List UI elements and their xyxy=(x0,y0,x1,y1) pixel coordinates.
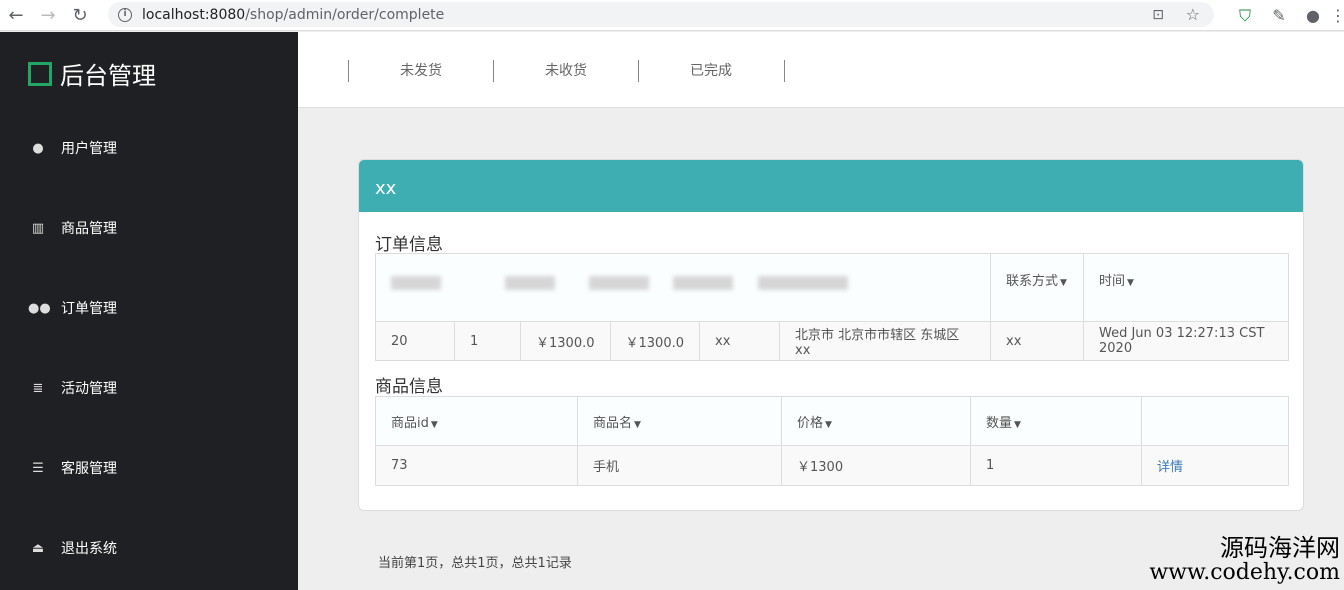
caret-down-icon: ▼ xyxy=(430,419,438,430)
tab-unreceived[interactable]: 未收货 xyxy=(493,60,638,82)
order-detail-panel: xx 订单信息 联系方式 ▼ 时间 ▼ 20 1 ￥1300.0 ￥1300.0 x… xyxy=(358,159,1304,511)
th-contact[interactable]: 联系方式 ▼ xyxy=(990,253,1084,322)
cell: ￥1300 xyxy=(781,445,971,486)
table-row: 20 1 ￥1300.0 ￥1300.0 xx 北京市 北京市市辖区 东城区 x… xyxy=(375,321,1289,361)
reload-icon[interactable]: ↻ xyxy=(64,0,96,31)
user-icon: ● xyxy=(32,140,44,156)
order-section-title: 订单信息 xyxy=(375,235,443,255)
sidebar-item-activities[interactable]: ≣ 活动管理 xyxy=(28,378,117,398)
bar-chart-icon: ▥ xyxy=(31,220,45,236)
cell: xx xyxy=(990,321,1084,361)
cell: 北京市 北京市市辖区 东城区 xx xyxy=(779,321,991,361)
forward-icon[interactable]: → xyxy=(32,0,64,31)
cell: 73 xyxy=(375,445,578,486)
goods-table: 商品id ▼ 商品名 ▼ 价格 ▼ 数量 ▼ 73 手机 ￥1300 1 详情 xyxy=(375,396,1289,486)
caret-down-icon: ▼ xyxy=(825,419,832,430)
th-label: 商品id xyxy=(391,415,429,431)
sliders-icon: ☰ xyxy=(32,460,44,476)
watermark: 源码海洋网 www.codehy.com xyxy=(1149,536,1340,584)
browser-toolbar: ← → ↻ i localhost:8080/shop/admin/order/… xyxy=(0,0,1344,31)
sidebar: 后台管理 ● 用户管理 ▥ 商品管理 ●● 订单管理 ≣ 活动管理 ☰ 客服管理… xyxy=(0,32,298,590)
th-label: 联系方式 xyxy=(1006,274,1059,289)
cell-detail: 详情 xyxy=(1141,445,1289,486)
url-path: /shop/admin/order/complete xyxy=(245,6,445,23)
eject-icon: ⏏ xyxy=(31,540,45,556)
th-goods-id[interactable]: 商品id ▼ xyxy=(375,396,578,446)
tab-completed[interactable]: 已完成 xyxy=(638,60,783,82)
users-icon: ●● xyxy=(28,300,51,316)
url-text[interactable]: localhost:8080/shop/admin/order/complete xyxy=(142,7,444,23)
th-label: 商品名 xyxy=(593,415,633,431)
cell: 20 xyxy=(375,321,455,361)
sidebar-item-label: 用户管理 xyxy=(61,141,117,157)
pagination-info: 当前第1页，总共1页，总共1记录 xyxy=(378,556,572,571)
blurred-headers xyxy=(375,253,991,322)
th-quantity[interactable]: 数量 ▼ xyxy=(970,396,1142,446)
watermark-cn: 源码海洋网 xyxy=(1220,534,1340,562)
shield-extension-icon[interactable]: ⛉ xyxy=(1228,6,1262,26)
sidebar-item-logout[interactable]: ⏏ 退出系统 xyxy=(28,538,117,558)
th-label: 价格 xyxy=(797,415,824,431)
translate-icon[interactable]: ⊡ xyxy=(1152,7,1164,23)
cell: Wed Jun 03 12:27:13 CST 2020 xyxy=(1083,321,1289,361)
account-icon[interactable]: ● xyxy=(1296,6,1330,25)
sidebar-item-orders[interactable]: ●● 订单管理 xyxy=(28,298,117,318)
sidebar-item-label: 活动管理 xyxy=(61,381,117,397)
sidebar-item-label: 客服管理 xyxy=(61,461,117,477)
cell: 1 xyxy=(454,321,521,361)
sidebar-item-service[interactable]: ☰ 客服管理 xyxy=(28,458,117,478)
panel-title: xx xyxy=(359,160,1303,212)
sidebar-item-goods[interactable]: ▥ 商品管理 xyxy=(28,218,117,238)
brand[interactable]: 后台管理 xyxy=(28,56,156,91)
sidebar-item-label: 商品管理 xyxy=(61,221,117,237)
goods-section-title: 商品信息 xyxy=(375,377,443,397)
cell: xx xyxy=(699,321,780,361)
sidebar-item-label: 退出系统 xyxy=(61,541,117,557)
url-host: localhost:8080 xyxy=(142,6,246,23)
th-label: 数量 xyxy=(986,415,1013,431)
address-bar[interactable]: i localhost:8080/shop/admin/order/comple… xyxy=(108,2,1214,27)
info-icon[interactable]: i xyxy=(118,7,132,22)
star-icon[interactable]: ☆ xyxy=(1186,5,1200,24)
tab-unshipped[interactable]: 未发货 xyxy=(348,60,493,82)
sidebar-item-label: 订单管理 xyxy=(61,301,117,317)
database-icon: ≣ xyxy=(32,380,44,396)
cell: 手机 xyxy=(577,445,782,486)
cell: 1 xyxy=(970,445,1142,486)
caret-down-icon: ▼ xyxy=(1014,419,1021,430)
table-header-row: 商品id ▼ 商品名 ▼ 价格 ▼ 数量 ▼ xyxy=(375,396,1289,446)
order-status-tabs: 未发货 未收货 已完成 xyxy=(298,32,1344,108)
logo-icon xyxy=(28,61,52,86)
table-header-row: 联系方式 ▼ 时间 ▼ xyxy=(375,253,1289,322)
sidebar-item-users[interactable]: ● 用户管理 xyxy=(28,138,117,158)
caret-down-icon: ▼ xyxy=(634,419,641,430)
caret-down-icon: ▼ xyxy=(1127,278,1134,288)
table-row: 73 手机 ￥1300 1 详情 xyxy=(375,445,1289,486)
th-action xyxy=(1141,396,1289,446)
th-price[interactable]: 价格 ▼ xyxy=(781,396,971,446)
order-table: 联系方式 ▼ 时间 ▼ 20 1 ￥1300.0 ￥1300.0 xx 北京市 北京… xyxy=(375,253,1289,361)
th-label: 时间 xyxy=(1099,274,1126,289)
extension-icon[interactable]: ✎ xyxy=(1262,6,1296,25)
back-icon[interactable]: ← xyxy=(0,0,32,31)
brand-title: 后台管理 xyxy=(60,62,156,90)
watermark-url: www.codehy.com xyxy=(1149,560,1340,585)
th-goods-name[interactable]: 商品名 ▼ xyxy=(577,396,782,446)
cell: ￥1300.0 xyxy=(520,321,611,361)
detail-link[interactable]: 详情 xyxy=(1157,460,1183,475)
th-time[interactable]: 时间 ▼ xyxy=(1083,253,1289,322)
tab-divider xyxy=(784,60,785,82)
menu-icon[interactable]: ⋮ xyxy=(1330,6,1344,25)
cell: ￥1300.0 xyxy=(609,321,700,361)
caret-down-icon: ▼ xyxy=(1060,278,1067,288)
